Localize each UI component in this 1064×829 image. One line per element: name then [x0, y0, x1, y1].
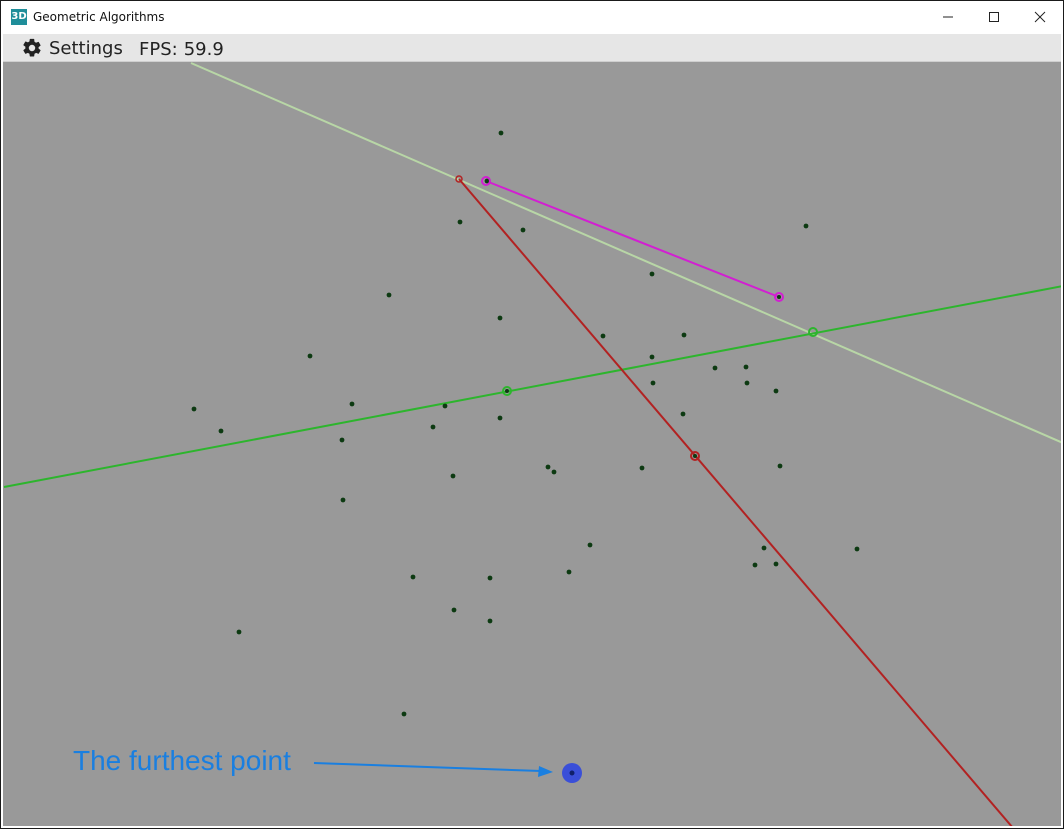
scatter-point — [649, 271, 655, 277]
scatter-point — [777, 463, 783, 469]
scatter-point — [498, 130, 504, 136]
gear-icon — [23, 38, 41, 57]
green-line — [3, 285, 1061, 488]
annotation-arrow-line — [313, 762, 542, 772]
title-bar[interactable]: 3D Geometric Algorithms — [1, 1, 1063, 33]
scatter-point — [236, 629, 242, 635]
annotation-arrow-head — [538, 766, 553, 777]
scatter-point — [497, 315, 503, 321]
close-icon — [1034, 11, 1046, 23]
scatter-point — [487, 618, 493, 624]
app-3d-icon: 3D — [11, 9, 27, 25]
scatter-point — [773, 561, 779, 567]
scatter-point — [752, 562, 758, 568]
scatter-point — [307, 353, 313, 359]
scatter-point — [650, 380, 656, 386]
scatter-point — [743, 364, 749, 370]
settings-menu[interactable]: Settings — [21, 37, 123, 59]
scatter-point — [457, 219, 463, 225]
window-title: Geometric Algorithms — [33, 10, 165, 24]
scatter-point — [410, 574, 416, 580]
fps-value: 59.9 — [183, 39, 224, 60]
light-line — [190, 62, 1061, 444]
red-line — [458, 178, 1013, 826]
scatter-point — [339, 437, 345, 443]
minimize-icon — [943, 16, 953, 18]
magenta-segment — [485, 180, 780, 298]
scatter-point — [545, 464, 551, 470]
scatter-point — [401, 711, 407, 717]
scatter-point — [744, 380, 750, 386]
scatter-point — [566, 569, 572, 575]
scatter-point — [803, 223, 809, 229]
scatter-point — [497, 415, 503, 421]
scatter-point — [451, 607, 457, 613]
scatter-point — [854, 546, 860, 552]
app-window: 3D Geometric Algorithms Settings FPS: 59.… — [0, 0, 1064, 829]
scatter-point — [693, 454, 697, 458]
scatter-point — [712, 365, 718, 371]
scatter-point — [505, 389, 509, 393]
fps-label: FPS: — [139, 39, 178, 60]
scatter-point — [191, 406, 197, 412]
scatter-point — [430, 424, 436, 430]
viewport-canvas[interactable]: The furthest point — [3, 62, 1061, 826]
scene-svg — [3, 62, 1061, 826]
fps-counter: FPS: 59.9 — [139, 39, 224, 60]
scatter-point — [349, 401, 355, 407]
scatter-point — [649, 354, 655, 360]
settings-label: Settings — [49, 37, 123, 59]
maximize-icon — [989, 12, 999, 22]
scatter-point — [340, 497, 346, 503]
scatter-point — [487, 575, 493, 581]
furthest-point-core — [569, 770, 575, 776]
scatter-point — [681, 332, 687, 338]
scatter-point — [218, 428, 224, 434]
maximize-button[interactable] — [971, 1, 1017, 33]
scatter-point — [551, 469, 557, 475]
scatter-point — [386, 292, 392, 298]
scatter-point — [442, 403, 448, 409]
close-button[interactable] — [1017, 1, 1063, 33]
menu-bar: Settings FPS: 59.9 — [3, 34, 1061, 62]
scatter-point — [639, 465, 645, 471]
furthest-point-annotation: The furthest point — [73, 745, 291, 776]
scatter-point — [587, 542, 593, 548]
scatter-point — [680, 411, 686, 417]
minimize-button[interactable] — [925, 1, 971, 33]
scatter-point — [777, 295, 781, 299]
scatter-point — [450, 473, 456, 479]
scatter-point — [600, 333, 606, 339]
scatter-point — [761, 545, 767, 551]
scatter-point — [773, 388, 779, 394]
scatter-point — [520, 227, 526, 233]
